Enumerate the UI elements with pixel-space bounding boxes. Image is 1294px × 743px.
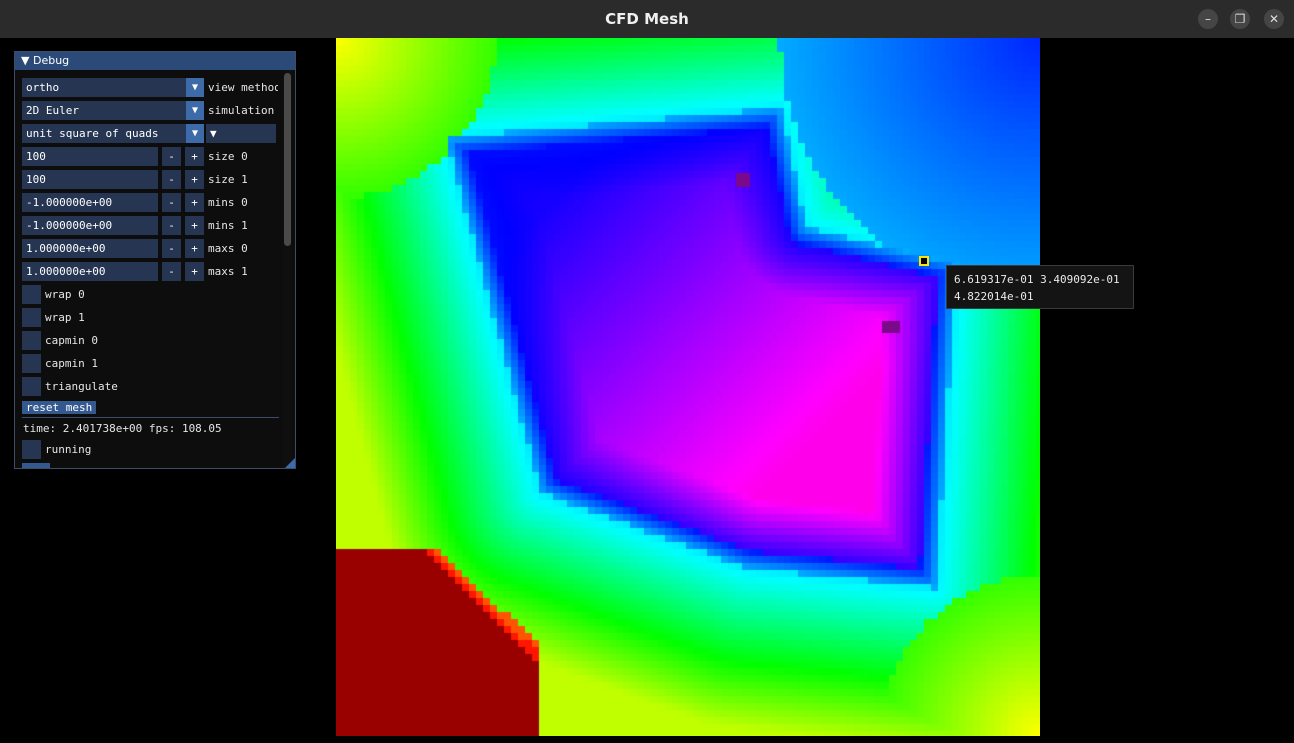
mins-1-input[interactable]: -1.000000e+00: [22, 216, 158, 235]
maxs-0-increment-button[interactable]: +: [185, 239, 204, 258]
size-0-decrement-button[interactable]: -: [162, 147, 181, 166]
mins-0-input[interactable]: -1.000000e+00: [22, 193, 158, 212]
param-row: 100 - + size 1: [22, 170, 282, 189]
size-1-input[interactable]: 100: [22, 170, 158, 189]
capmin-0-label: capmin 0: [45, 334, 98, 347]
maxs-1-increment-button[interactable]: +: [185, 262, 204, 281]
maxs-1-label: maxs 1: [208, 265, 248, 278]
param-row: -1.000000e+00 - + mins 1: [22, 216, 282, 235]
view-method-combo[interactable]: ortho: [22, 78, 204, 97]
mesh-type-extra-dropdown[interactable]: ▼: [206, 124, 276, 143]
mins-1-increment-button[interactable]: +: [185, 216, 204, 235]
close-icon[interactable]: ✕: [1264, 9, 1284, 29]
mesh-type-row: unit square of quads ▼ ▼: [22, 124, 282, 143]
wrap-1-row[interactable]: wrap 1: [22, 308, 222, 327]
triangulate-row[interactable]: triangulate: [22, 377, 222, 396]
capmin-0-checkbox[interactable]: [22, 331, 41, 350]
window-titlebar: CFD Mesh – ❐ ✕: [0, 0, 1294, 39]
maxs-0-decrement-button[interactable]: -: [162, 239, 181, 258]
running-row[interactable]: running: [22, 440, 222, 459]
separator: [22, 417, 279, 418]
size-1-label: size 1: [208, 173, 248, 186]
status-text: time: 2.401738e+00 fps: 108.05: [23, 422, 222, 435]
maxs-0-input[interactable]: 1.000000e+00: [22, 239, 158, 258]
resize-grip[interactable]: [285, 458, 295, 468]
window-title: CFD Mesh: [605, 10, 689, 28]
size-0-label: size 0: [208, 150, 248, 163]
simulation-row: 2D Euler ▼ simulation: [22, 101, 282, 120]
collapse-triangle-icon[interactable]: ▼: [21, 54, 29, 67]
probe-tooltip: 6.619317e-01 3.409092e-01 4.822014e-01: [946, 265, 1134, 309]
maxs-0-label: maxs 0: [208, 242, 248, 255]
running-label: running: [45, 443, 92, 456]
capmin-0-row[interactable]: capmin 0: [22, 331, 222, 350]
reset-mesh-button[interactable]: reset mesh: [22, 401, 97, 414]
wrap-0-label: wrap 0: [45, 288, 85, 301]
maxs-1-decrement-button[interactable]: -: [162, 262, 181, 281]
triangulate-label: triangulate: [45, 380, 118, 393]
capmin-1-checkbox[interactable]: [22, 354, 41, 373]
mesh-type-dropdown-icon[interactable]: ▼: [186, 124, 204, 143]
debug-panel-header[interactable]: ▼ Debug: [15, 52, 295, 70]
hidden-button[interactable]: [22, 463, 50, 468]
view-method-row: ortho ▼ view method: [22, 78, 282, 97]
size-1-increment-button[interactable]: +: [185, 170, 204, 189]
param-row: -1.000000e+00 - + mins 0: [22, 193, 282, 212]
simulation-dropdown-icon[interactable]: ▼: [186, 101, 204, 120]
param-row: 1.000000e+00 - + maxs 0: [22, 239, 282, 258]
size-1-decrement-button[interactable]: -: [162, 170, 181, 189]
capmin-1-label: capmin 1: [45, 357, 98, 370]
debug-scrollbar[interactable]: [283, 70, 292, 468]
maxs-1-input[interactable]: 1.000000e+00: [22, 262, 158, 281]
scrollbar-thumb[interactable]: [284, 73, 291, 246]
wrap-0-row[interactable]: wrap 0: [22, 285, 222, 304]
debug-panel-title: Debug: [32, 54, 70, 67]
wrap-1-label: wrap 1: [45, 311, 85, 324]
maximize-icon[interactable]: ❐: [1230, 9, 1250, 29]
simulation-combo[interactable]: 2D Euler: [22, 101, 204, 120]
running-checkbox[interactable]: [22, 440, 41, 459]
render-area[interactable]: 6.619317e-01 3.409092e-01 4.822014e-01 ▼…: [0, 38, 1294, 743]
mesh-type-combo[interactable]: unit square of quads: [22, 124, 204, 143]
capmin-1-row[interactable]: capmin 1: [22, 354, 222, 373]
tooltip-line-1: 6.619317e-01 3.409092e-01: [954, 273, 1120, 286]
mins-0-decrement-button[interactable]: -: [162, 193, 181, 212]
size-0-increment-button[interactable]: +: [185, 147, 204, 166]
tooltip-line-2: 4.822014e-01: [954, 290, 1034, 303]
view-method-label: view method: [208, 81, 278, 94]
param-row: 100 - + size 0: [22, 147, 282, 166]
size-0-input[interactable]: 100: [22, 147, 158, 166]
cfd-mesh-visualization[interactable]: [336, 38, 1040, 736]
probe-marker: [919, 256, 929, 266]
mins-1-label: mins 1: [208, 219, 248, 232]
debug-panel[interactable]: ▼ Debug ortho ▼ view method 2D Euler ▼ s…: [14, 51, 296, 469]
view-method-dropdown-icon[interactable]: ▼: [186, 78, 204, 97]
minimize-icon[interactable]: –: [1198, 9, 1218, 29]
triangulate-checkbox[interactable]: [22, 377, 41, 396]
param-row: 1.000000e+00 - + maxs 1: [22, 262, 282, 281]
wrap-1-checkbox[interactable]: [22, 308, 41, 327]
mins-1-decrement-button[interactable]: -: [162, 216, 181, 235]
mins-0-label: mins 0: [208, 196, 248, 209]
wrap-0-checkbox[interactable]: [22, 285, 41, 304]
simulation-label: simulation: [208, 104, 275, 117]
mins-0-increment-button[interactable]: +: [185, 193, 204, 212]
